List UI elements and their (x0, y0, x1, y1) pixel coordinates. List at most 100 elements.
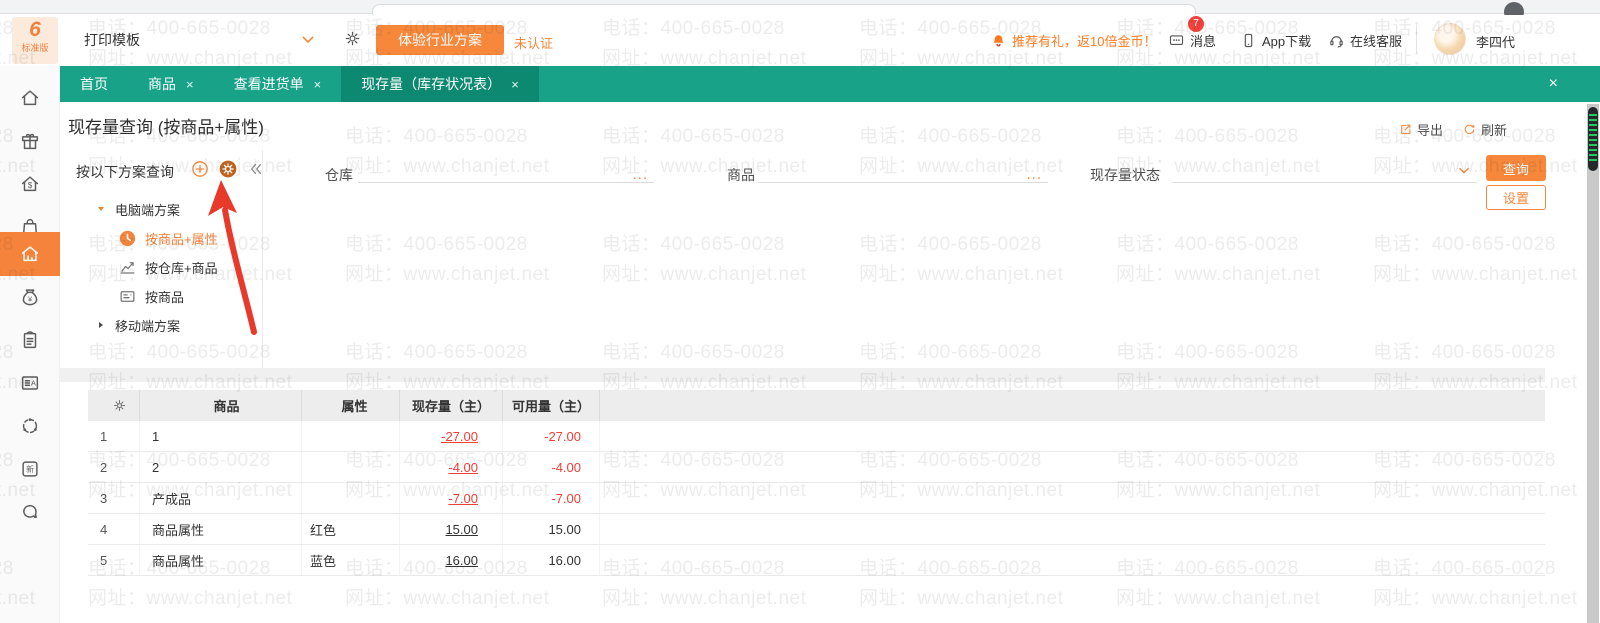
tab-4[interactable]: 现存量（库存状况表） × (341, 66, 539, 102)
print-template-label: 打印模板 (84, 32, 140, 48)
settings-button[interactable]: 设置 (1486, 185, 1546, 210)
stock-table: 商品 属性 现存量（主） 可用量（主） 1 1 -27.00 -27.00 2 2 -4.0… (88, 390, 1545, 576)
tab-bar: 首页 商品 × 查看进货单 × 现存量（库存状况表） × × (60, 66, 1600, 102)
warehouse-icon (19, 243, 41, 265)
trial-industry-button[interactable]: 体验行业方案 (376, 25, 504, 55)
tree-item-按商品[interactable]: 按商品 (68, 283, 263, 309)
tree-group-label: 电脑端方案 (115, 202, 181, 218)
username-label[interactable]: 李四代 (1476, 32, 1515, 51)
sidebar-item-gift[interactable] (0, 123, 60, 159)
tree-group-电脑端方案[interactable]: 电脑端方案 (68, 196, 263, 222)
cell-stock-qty: -7.00 (400, 483, 503, 513)
app-download-button[interactable]: App下载 (1240, 31, 1311, 50)
scrollbar[interactable] (1587, 104, 1599, 623)
tree-group-label: 移动端方案 (115, 318, 181, 334)
product-input[interactable]: ... (758, 157, 1048, 183)
promo-label: 推荐有礼，返10倍金币！ (1012, 34, 1157, 49)
orders-clipboard-icon (19, 329, 41, 351)
app-topbar: 6 标准版 打印模板 体验行业方案 未认证 推荐有礼，返10倍金币！ 消息 7 … (0, 15, 1600, 66)
sidebar-item-contacts-card[interactable]: A (0, 365, 60, 401)
sidebar-item-new-features[interactable]: 新 (0, 451, 60, 487)
column-header-available-qty[interactable]: 可用量（主） (503, 390, 600, 421)
row-number: 5 (88, 545, 140, 575)
caret-right-icon[interactable] (95, 319, 107, 331)
bell-icon (990, 32, 1007, 49)
cell-attribute: 红色 (302, 514, 400, 544)
tab-2[interactable]: 商品 × (128, 66, 214, 102)
caret-down-icon[interactable] (95, 203, 107, 215)
scheme-settings-gear-icon[interactable] (218, 159, 238, 179)
promo-link[interactable]: 推荐有礼，返10倍金币！ (990, 31, 1156, 50)
tab-close-icon[interactable]: × (511, 77, 519, 92)
edition-label: 标准版 (21, 43, 49, 53)
sidebar-item-orders-clipboard[interactable] (0, 322, 60, 358)
cell-stock-qty: -4.00 (400, 452, 503, 482)
table-gear-icon[interactable] (112, 398, 127, 413)
chevron-down-icon[interactable] (300, 32, 316, 48)
more-options-icon[interactable]: ... (1026, 167, 1042, 182)
cell-available-qty: -4.00 (503, 452, 600, 482)
column-header-stock-qty[interactable]: 现存量（主） (400, 390, 503, 421)
stock-qty-link[interactable]: -27.00 (441, 429, 478, 444)
stock-qty-link[interactable]: -7.00 (448, 491, 478, 506)
sidebar-item-sync-network[interactable] (0, 408, 60, 444)
scrollbar-thumb[interactable] (1588, 107, 1598, 171)
more-options-icon[interactable]: ... (632, 167, 648, 182)
table-row: 2 2 -4.00 -4.00 (88, 452, 1545, 483)
export-button[interactable]: 导出 (1398, 120, 1443, 139)
column-header-product[interactable]: 商品 (140, 390, 302, 421)
cell-filler (600, 421, 1545, 451)
messages-label: 消息 (1190, 34, 1217, 49)
tree-item-按商品+属性[interactable]: 按商品+属性 (68, 225, 263, 251)
tab-1[interactable]: 首页 (60, 66, 128, 102)
tree-item-按仓库+商品[interactable]: 按仓库+商品 (68, 254, 263, 280)
cell-attribute (302, 421, 400, 451)
warehouse-label: 仓库 (325, 167, 353, 183)
sidebar-item-sales-house[interactable]: $ (0, 166, 60, 202)
stock-qty-link[interactable]: 16.00 (445, 553, 478, 568)
tree-group-移动端方案[interactable]: 移动端方案 (68, 312, 263, 338)
collapse-panel-icon[interactable] (248, 161, 264, 177)
unverified-badge[interactable]: 未认证 (514, 33, 553, 52)
add-scheme-icon[interactable] (190, 159, 210, 179)
cell-product: 商品属性 (140, 514, 302, 544)
warehouse-input[interactable]: ... (358, 157, 654, 183)
column-header-attribute[interactable]: 属性 (302, 390, 400, 421)
close-all-tabs-button[interactable]: × (1549, 75, 1558, 93)
cell-available-qty: -7.00 (503, 483, 600, 513)
svg-text:新: 新 (26, 464, 34, 474)
table-row: 1 1 -27.00 -27.00 (88, 421, 1545, 452)
tab-label: 商品 (148, 76, 176, 92)
online-service-button[interactable]: 在线客服 (1328, 31, 1402, 50)
tab-3[interactable]: 查看进货单 × (214, 66, 342, 102)
trend-chart-icon (118, 258, 137, 277)
stock-status-select[interactable] (1172, 157, 1477, 183)
sidebar-item-warehouse[interactable] (0, 232, 60, 276)
gear-icon[interactable] (343, 29, 362, 48)
row-number: 1 (88, 421, 140, 451)
sidebar-item-funds-moneybag[interactable]: ¥ (0, 279, 60, 315)
sidebar-item-feedback-chat[interactable] (0, 494, 60, 530)
tab-close-icon[interactable]: × (186, 77, 194, 92)
messages-button[interactable]: 消息 (1168, 31, 1216, 50)
chevron-down-icon[interactable] (1457, 164, 1471, 178)
tab-close-icon[interactable]: × (314, 77, 322, 92)
cell-filler (600, 452, 1545, 482)
app-logo[interactable]: 6 标准版 (12, 17, 58, 64)
svg-text:¥: ¥ (28, 294, 33, 303)
cell-product: 2 (140, 452, 302, 482)
stock-qty-link[interactable]: -4.00 (448, 460, 478, 475)
stock-qty-link[interactable]: 15.00 (445, 522, 478, 537)
app-download-label: App下载 (1262, 34, 1312, 49)
refresh-button[interactable]: 刷新 (1462, 120, 1507, 139)
user-avatar[interactable] (1434, 23, 1466, 55)
query-button[interactable]: 查询 (1486, 155, 1546, 181)
cell-filler (600, 545, 1545, 575)
new-features-icon: 新 (19, 458, 41, 480)
sidebar-item-home[interactable] (0, 80, 60, 116)
online-service-label: 在线客服 (1350, 34, 1403, 49)
cell-product: 产成品 (140, 483, 302, 513)
contacts-card-icon: A (19, 372, 41, 394)
print-template-menu[interactable]: 打印模板 (84, 30, 140, 50)
app-root: 6 标准版 打印模板 体验行业方案 未认证 推荐有礼，返10倍金币！ 消息 7 … (0, 0, 1600, 623)
